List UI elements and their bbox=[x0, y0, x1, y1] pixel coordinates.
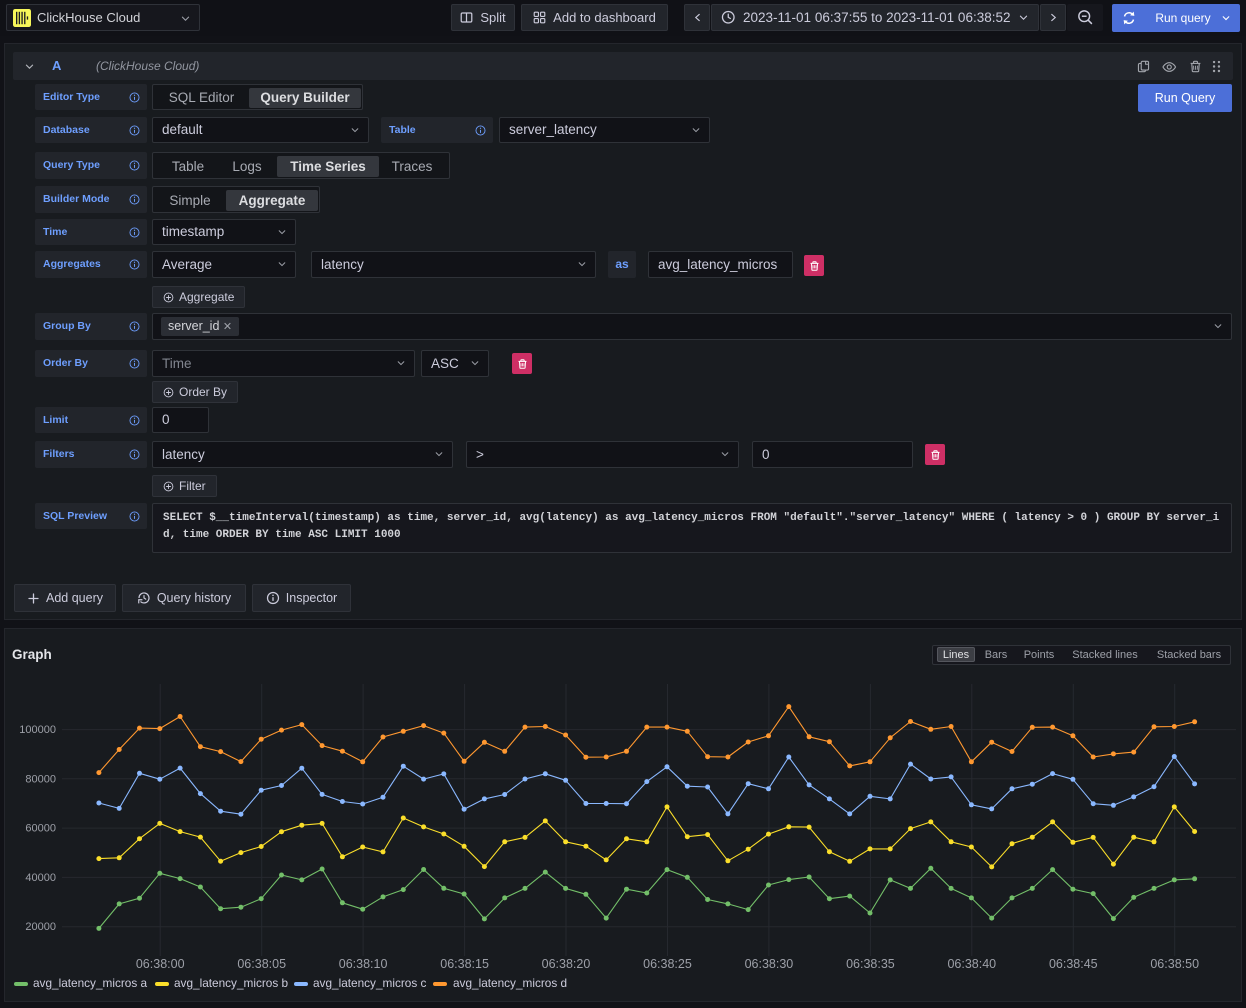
svg-text:80000: 80000 bbox=[25, 773, 56, 785]
svg-text:06:38:40: 06:38:40 bbox=[947, 957, 996, 971]
svg-text:20000: 20000 bbox=[25, 921, 56, 933]
svg-text:06:38:30: 06:38:30 bbox=[745, 957, 794, 971]
svg-text:06:38:15: 06:38:15 bbox=[440, 957, 489, 971]
svg-text:06:38:00: 06:38:00 bbox=[136, 957, 185, 971]
svg-text:06:38:45: 06:38:45 bbox=[1049, 957, 1098, 971]
svg-text:06:38:25: 06:38:25 bbox=[643, 957, 692, 971]
svg-text:60000: 60000 bbox=[25, 823, 56, 835]
svg-text:06:38:35: 06:38:35 bbox=[846, 957, 895, 971]
svg-text:06:38:05: 06:38:05 bbox=[237, 957, 286, 971]
svg-text:40000: 40000 bbox=[25, 872, 56, 884]
svg-text:100000: 100000 bbox=[19, 724, 56, 736]
svg-text:06:38:50: 06:38:50 bbox=[1150, 957, 1199, 971]
svg-text:06:38:10: 06:38:10 bbox=[339, 957, 388, 971]
svg-text:06:38:20: 06:38:20 bbox=[542, 957, 591, 971]
